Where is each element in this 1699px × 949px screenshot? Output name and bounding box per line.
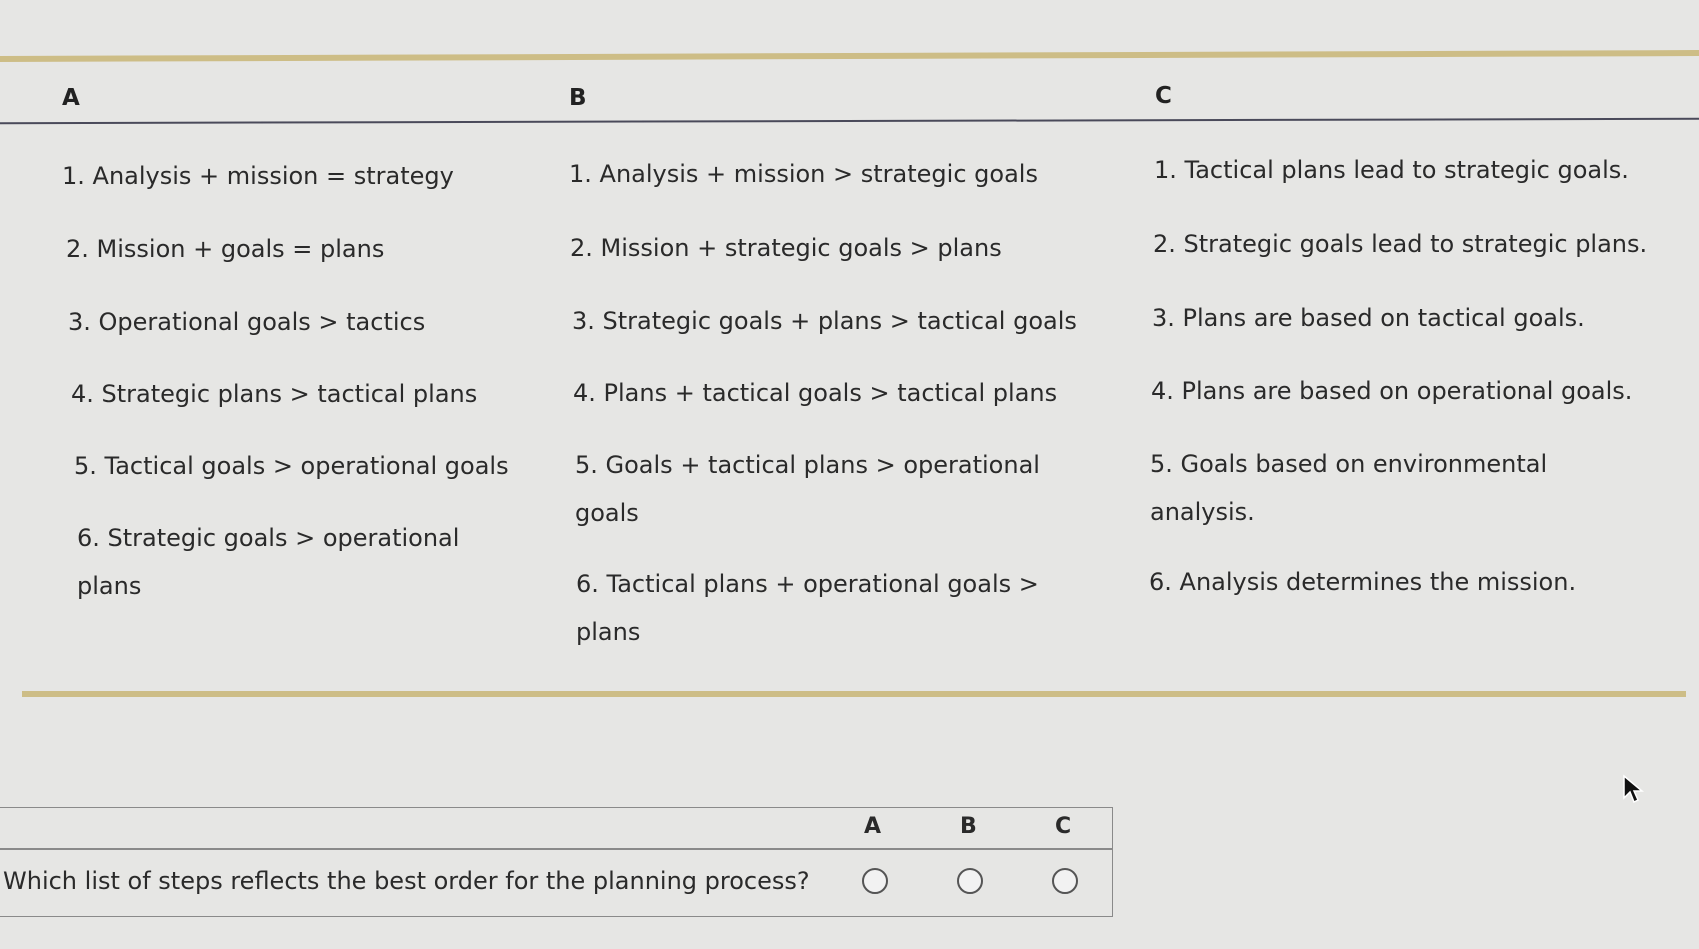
list-item: 1. Tactical plans lead to strategic goal…	[1154, 156, 1629, 184]
option-b-header: B	[960, 814, 977, 839]
radio-option-a[interactable]	[862, 868, 888, 894]
question-table: A B C Which list of steps reflects the b…	[0, 807, 1113, 917]
list-item: 3. Strategic goals + plans > tactical go…	[572, 307, 1077, 335]
header-divider	[0, 117, 1699, 125]
list-item: 2. Strategic goals lead to strategic pla…	[1153, 230, 1648, 258]
radio-option-b[interactable]	[957, 868, 983, 894]
list-item: 1. Analysis + mission = strategy	[62, 162, 454, 190]
mouse-pointer-icon	[1622, 774, 1646, 810]
list-item: 4. Plans are based on operational goals.	[1151, 377, 1633, 405]
list-item: 5. Tactical goals > operational goals	[74, 452, 509, 480]
question-text: Which list of steps reflects the best or…	[3, 867, 810, 895]
question-header-divider	[0, 848, 1112, 850]
column-c-header: C	[1155, 83, 1172, 109]
list-item: 4. Strategic plans > tactical plans	[71, 380, 478, 408]
top-divider	[0, 50, 1699, 62]
list-item: 2. Mission + strategic goals > plans	[570, 234, 1002, 262]
list-item: 5. Goals based on environmental analysis…	[1150, 450, 1548, 526]
list-item: 3. Operational goals > tactics	[68, 308, 426, 336]
radio-option-c[interactable]	[1052, 868, 1078, 894]
list-item: 4. Plans + tactical goals > tactical pla…	[573, 379, 1058, 407]
list-item: 6. Analysis determines the mission.	[1149, 568, 1577, 596]
list-item: 5. Goals + tactical plans > operational …	[575, 451, 1040, 527]
list-item: 1. Analysis + mission > strategic goals	[569, 160, 1038, 188]
option-a-header: A	[864, 814, 882, 839]
column-a-header: A	[62, 85, 80, 111]
bottom-divider	[22, 691, 1686, 697]
option-c-header: C	[1055, 814, 1072, 839]
list-item: 6. Tactical plans + operational goals > …	[576, 570, 1039, 646]
column-b-header: B	[569, 85, 587, 111]
list-item: 6. Strategic goals > operational plans	[77, 524, 460, 600]
list-item: 2. Mission + goals = plans	[66, 235, 385, 263]
list-item: 3. Plans are based on tactical goals.	[1152, 304, 1585, 332]
